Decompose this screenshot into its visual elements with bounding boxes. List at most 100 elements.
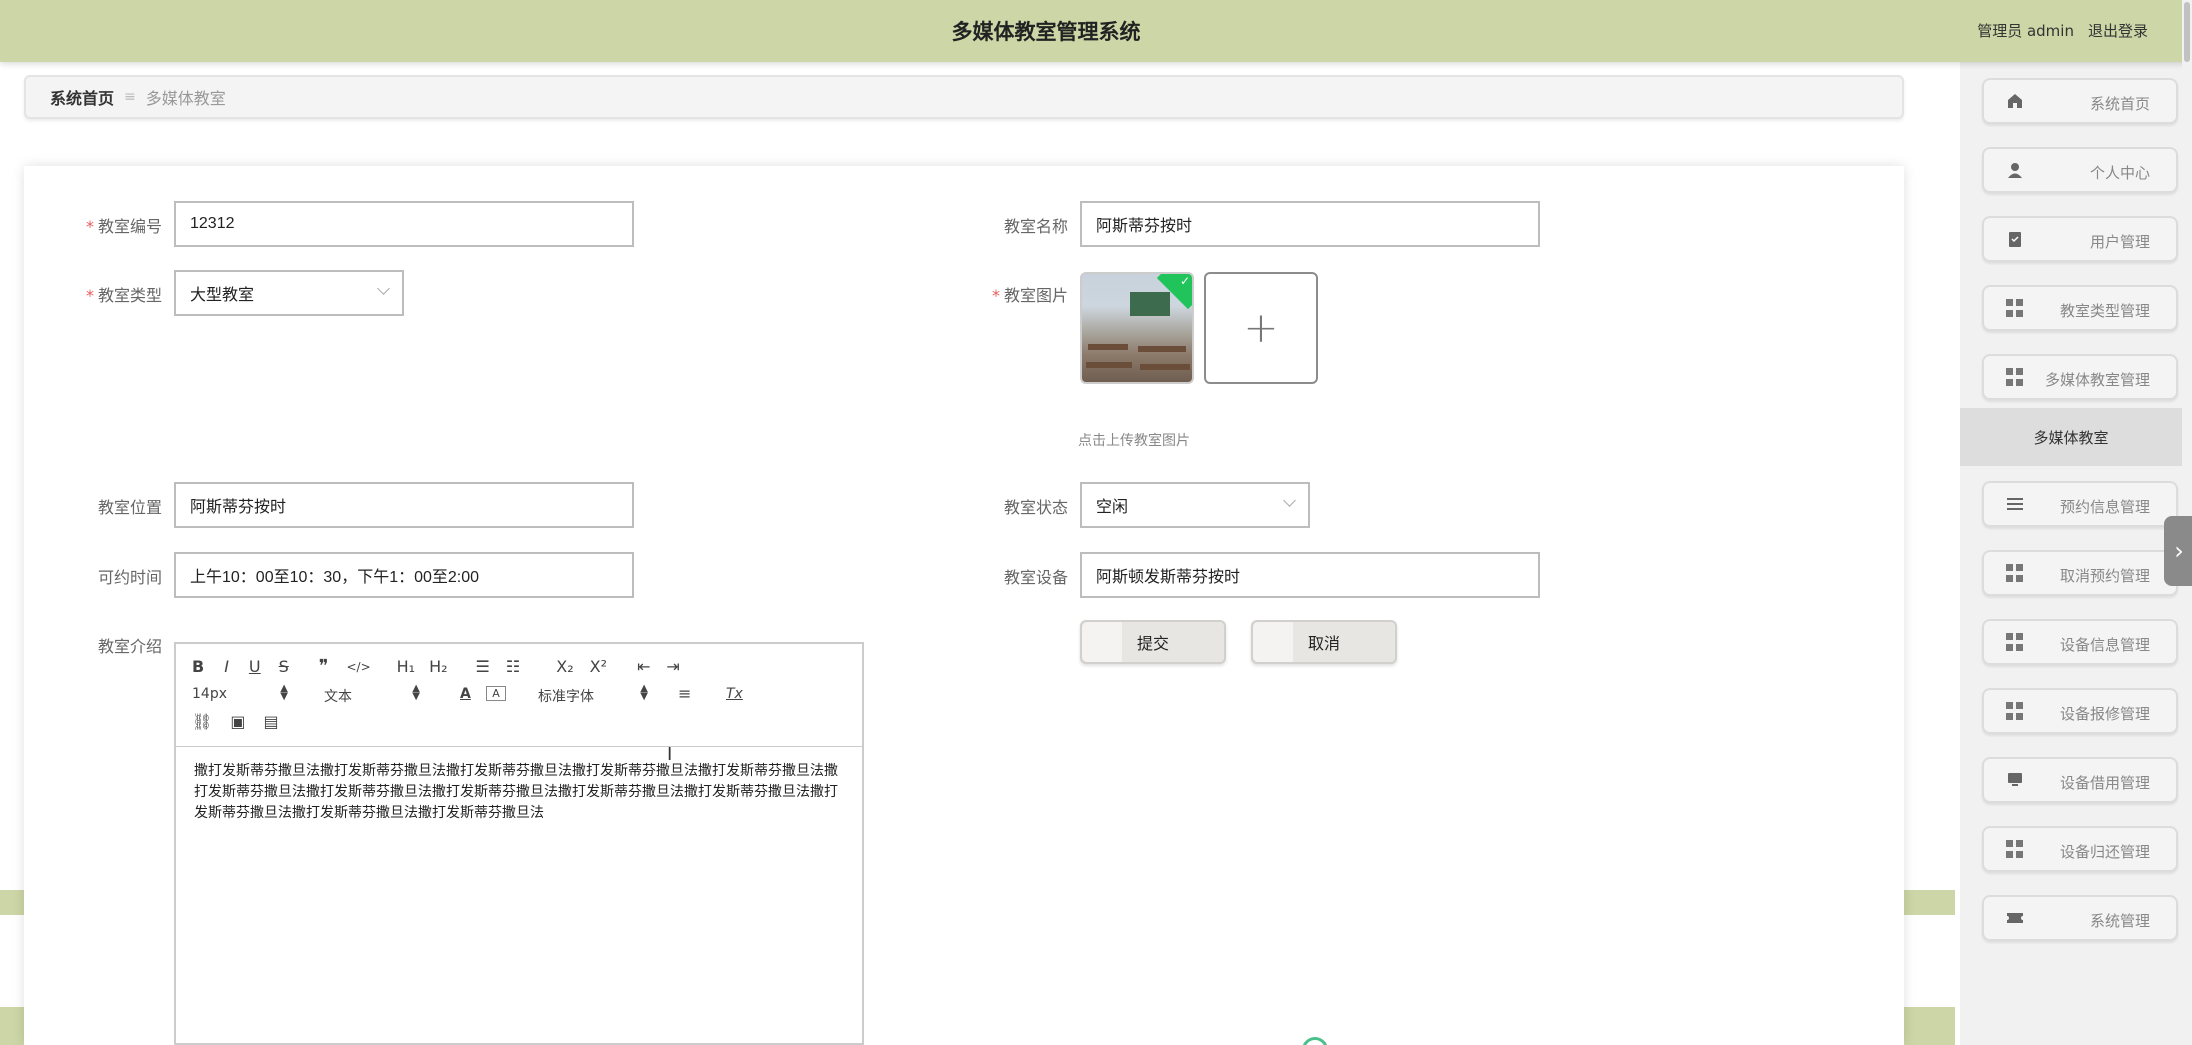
check-icon: ✓ [1179,274,1190,288]
sidebar-item-home[interactable]: 系统首页 [1982,78,2178,124]
sidebar-item-users[interactable]: 用户管理 [1982,216,2178,262]
sidebar-item-reservations[interactable]: 预约信息管理 [1982,481,2178,527]
available-time-label: 可约时间 [97,568,162,587]
sidebar-toggle-chevron-right-icon[interactable]: › [2164,516,2192,586]
image-content [1130,292,1170,316]
home-icon [2006,92,2024,110]
text-color-icon[interactable]: A [460,686,476,702]
header1-button[interactable]: H₁ [397,657,415,676]
header-select[interactable]: 文本 ▲ ▼ [324,683,420,706]
image-content [1138,346,1186,352]
room-status-label: 教室状态 [1003,498,1068,517]
grid-icon [2006,633,2024,651]
sidebar-item-equipment-return[interactable]: 设备归还管理 [1982,826,2178,872]
header-user-area: 管理员 admin 退出登录 [1977,20,2148,41]
submit-button[interactable]: 提交 [1080,620,1226,664]
updown-arrow-icon: ▲ ▼ [640,683,648,702]
subscript-button[interactable]: X₂ [556,657,573,676]
sidebar-item-multimedia-rooms[interactable]: 多媒体教室管理 [1982,354,2178,400]
top-header: 多媒体教室管理系统 管理员 admin 退出登录 [0,0,2192,62]
upload-hint: 点击上传教室图片 [1078,433,1190,449]
scrollbar-thumb[interactable] [2184,2,2190,62]
editor-toolbar: B I U S ❞ </> H₁ H₂ ☰ ☷ X₂ X² ⇤ ⇥ 14px ▲ ▼… [176,644,862,747]
current-user-label: 管理员 admin [1977,22,2074,40]
sidebar-item-profile[interactable]: 个人中心 [1982,147,2178,193]
room-name-input[interactable]: 阿斯蒂芬按时 [1080,201,1540,247]
room-number-label: * 教室编号 [85,217,162,236]
text-cursor-icon: I [667,744,673,765]
header2-button[interactable]: H₂ [429,657,447,676]
breadcrumb: 系统首页 ≡ 多媒体教室 [24,75,1904,119]
blockquote-icon[interactable]: ❞ [319,656,329,677]
grid-icon [2006,840,2024,858]
room-equipment-label: 教室设备 [1003,568,1068,587]
breadcrumb-home[interactable]: 系统首页 [50,85,114,109]
updown-arrow-icon: ▲ ▼ [412,683,420,702]
font-size-select[interactable]: 14px ▲ ▼ [192,683,288,703]
ordered-list-icon[interactable]: ☰ [476,657,490,676]
room-image-label: * 教室图片 [991,286,1068,305]
link-icon[interactable]: ⛓ [192,712,212,731]
clipboard-icon [2006,230,2024,248]
grid-icon [2006,564,2024,582]
room-type-label: * 教室类型 [85,286,162,305]
uploaded-room-image[interactable]: ✓ [1080,272,1194,384]
menu-icon [2006,495,2024,513]
underline-button[interactable]: U [249,657,261,676]
font-family-select[interactable]: 标准字体 ▲ ▼ [538,683,648,706]
available-time-input[interactable]: 上午10：00至10：30，下午1：00至2:00 [174,552,634,598]
chevron-down-icon [377,282,390,295]
room-location-label: 教室位置 [97,498,162,517]
sidebar-item-equipment-borrow[interactable]: 设备借用管理 [1982,757,2178,803]
cancel-button[interactable]: 取消 [1251,620,1397,664]
video-icon[interactable]: ▤ [263,712,278,731]
required-star: * [85,217,94,236]
room-location-input[interactable]: 阿斯蒂芬按时 [174,482,634,528]
room-name-label: 教室名称 [1003,217,1068,236]
image-upload-button[interactable]: + [1204,272,1318,384]
align-icon[interactable]: ≡ [678,684,691,703]
indent-icon[interactable]: ⇥ [666,657,679,676]
grid-icon [2006,299,2024,317]
image-content [1088,344,1128,350]
bold-button[interactable]: B [192,657,204,676]
room-equipment-input[interactable]: 阿斯顿发斯蒂芬按时 [1080,552,1540,598]
chevron-down-icon [1283,494,1296,507]
required-star: * [991,286,1000,305]
room-intro-label: 教室介绍 [97,637,162,656]
image-content [1086,362,1132,368]
clean-format-icon[interactable]: Tx [726,686,743,702]
outdent-icon[interactable]: ⇤ [637,657,650,676]
sidebar-item-cancel-reservations[interactable]: 取消预约管理 [1982,550,2178,596]
room-type-select[interactable]: 大型教室 [174,270,404,316]
sidebar-item-equipment-info[interactable]: 设备信息管理 [1982,619,2178,665]
sidebar-subitem-multimedia-room[interactable]: 多媒体教室 [1960,408,2182,466]
sidebar-item-system[interactable]: 系统管理 [1982,895,2178,941]
user-icon [2006,161,2024,179]
background-color-icon[interactable]: A [486,686,506,701]
monitor-icon [2006,771,2024,789]
breadcrumb-current: 多媒体教室 [145,89,226,108]
image-icon[interactable]: ▣ [230,712,245,731]
rich-text-editor: B I U S ❞ </> H₁ H₂ ☰ ☷ X₂ X² ⇤ ⇥ 14px ▲ ▼… [174,642,864,1045]
sidebar-item-equipment-repair[interactable]: 设备报修管理 [1982,688,2178,734]
updown-arrow-icon: ▲ ▼ [280,683,288,702]
bullet-list-icon[interactable]: ☷ [506,657,520,676]
app-title: 多媒体教室管理系统 [951,20,1141,44]
image-content [1140,364,1190,370]
code-block-icon[interactable]: </> [346,660,370,674]
grid-icon [2006,368,2024,386]
toolbar-row-3: ⛓ ▣ ▤ [192,712,279,731]
sidebar-item-room-types[interactable]: 教室类型管理 [1982,285,2178,331]
italic-button[interactable]: I [224,657,229,676]
room-number-input[interactable]: 12312 [174,201,634,247]
ticket-icon [2006,909,2024,927]
grid-icon [2006,702,2024,720]
strike-button[interactable]: S [279,657,289,676]
room-status-select[interactable]: 空闲 [1080,482,1310,528]
logout-link[interactable]: 退出登录 [2088,22,2148,40]
toolbar-row-1: B I U S ❞ </> H₁ H₂ ☰ ☷ X₂ X² ⇤ ⇥ [192,656,680,677]
superscript-button[interactable]: X² [590,657,607,676]
required-star: * [85,286,94,305]
editor-content[interactable]: 撒打发斯蒂芬撒旦法撒打发斯蒂芬撒旦法撒打发斯蒂芬撒旦法撒打发斯蒂芬撒旦法撒打发斯… [176,747,862,838]
